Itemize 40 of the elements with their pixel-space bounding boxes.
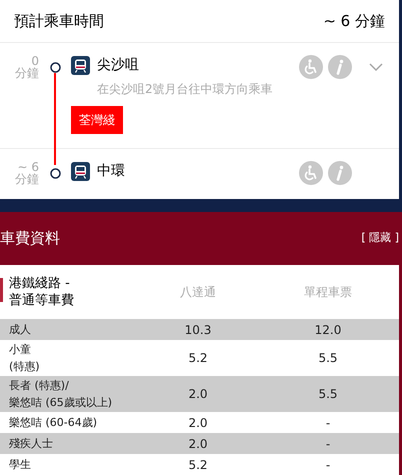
info-icon[interactable] [328,161,352,185]
section-title: 預計乘車時間 [14,10,104,32]
table-cell-text: 小童 (特惠) [8,342,41,375]
column-header: 八達通 [179,284,217,301]
minutes-label: ~ 6 分鐘 [14,161,39,185]
column-header: 單程車票 [303,284,353,301]
table-cell-text: 殘疾人士 [8,436,54,452]
table-cell-text: 成人 [8,322,32,338]
table-cell-text: 2.0 [187,436,209,452]
total-duration: ~ 6 分鐘 [323,10,385,32]
hide-link[interactable]: [ 隱藏 ] [361,230,399,247]
table-cell-text: 樂悠咭 (60-64歲) [8,415,98,431]
station-name: 尖沙咀 [97,56,139,75]
table-cell-text: 12.0 [314,322,342,338]
station-node-icon [50,168,60,179]
table-cell-text: 5.5 [317,386,339,403]
table-cell-text: 2.0 [187,414,209,432]
table-cell-text: 10.3 [184,322,212,338]
wheelchair-icon[interactable] [299,55,323,79]
table-cell-text: 5.2 [187,350,209,367]
table-cell-text: - [324,436,332,452]
minutes-label: 0 分鐘 [14,55,39,79]
info-icon[interactable] [328,55,352,79]
boarding-note: 在尖沙咀2號月台往中環方向乘車 [97,81,274,98]
table-cell-text: 5.5 [317,350,339,367]
fare-title: 車費資料 [0,228,60,250]
train-icon [71,56,90,75]
chevron-icon[interactable] [369,63,383,71]
table-cell-text: 學生 [8,457,32,473]
table-cell-text: - [324,456,332,474]
train-icon [71,162,90,181]
table-cell-text: - [324,414,332,432]
station-node-icon [50,62,60,73]
column-header: 港鐵綫路 - 普通等車費 [8,275,75,309]
station-name: 中環 [97,162,125,181]
wheelchair-icon[interactable] [299,161,323,185]
table-cell-text: 2.0 [187,386,209,403]
table-cell-text: 5.2 [187,456,209,474]
line-badge: 荃灣綫 [71,106,123,134]
table-cell-text: 長者 (特惠)/ 樂悠咭 (65歲或以上) [8,378,114,411]
